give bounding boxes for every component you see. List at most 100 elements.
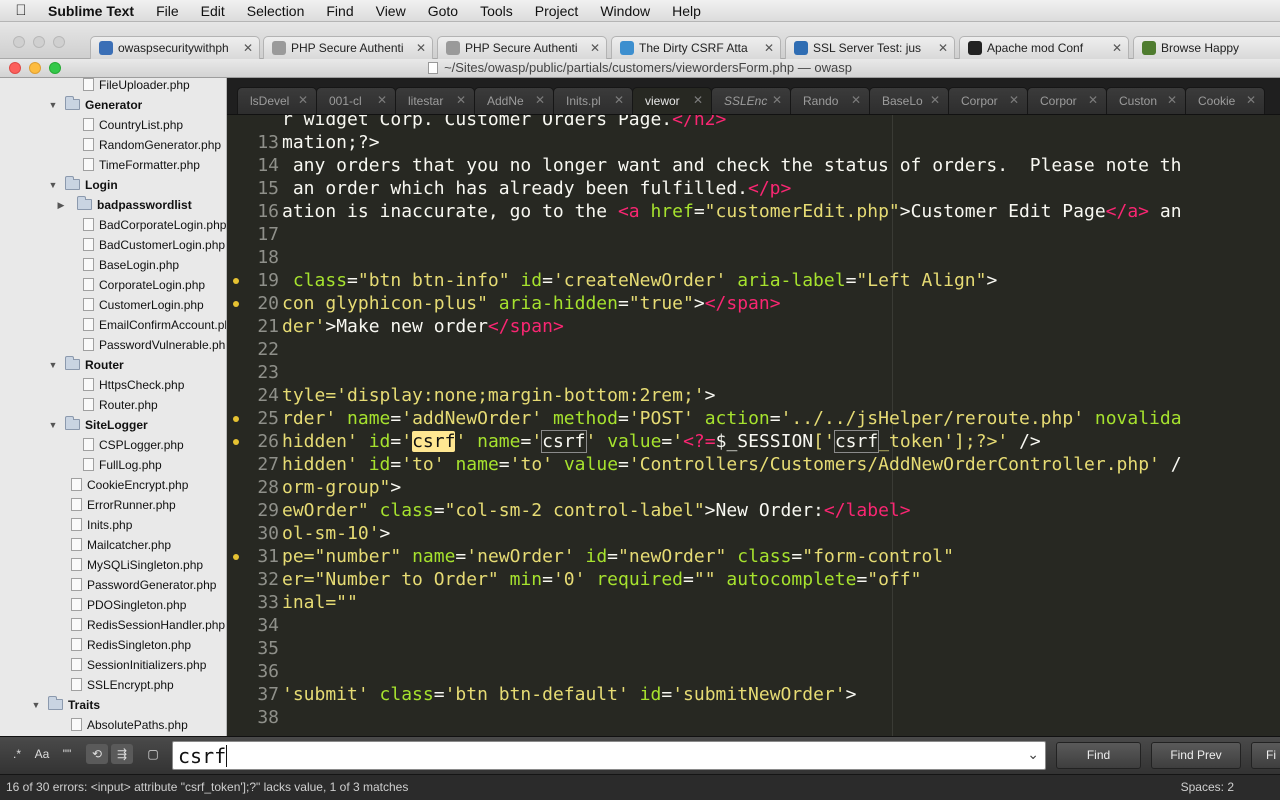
indentation-setting[interactable]: Spaces: 2 xyxy=(1181,775,1234,800)
code-line[interactable]: 30 ol-sm-10'> xyxy=(227,522,1280,545)
disclosure-open-icon[interactable]: ▼ xyxy=(47,95,59,115)
browser-tab[interactable]: The Dirty CSRF Atta ✕ xyxy=(611,36,781,59)
close-icon[interactable]: ✕ xyxy=(851,93,861,107)
code-line[interactable]: 25 rder' name='addNewOrder' method='POST'… xyxy=(227,407,1280,430)
menu-edit[interactable]: Edit xyxy=(190,0,236,22)
menu-project[interactable]: Project xyxy=(524,0,590,22)
in-selection-icon[interactable]: ⇶ xyxy=(111,744,133,764)
close-icon[interactable]: ✕ xyxy=(535,93,545,107)
apple-logo-icon[interactable]:  xyxy=(0,2,42,19)
code-line[interactable]: 31 pe="number" name='newOrder' id="newOrd… xyxy=(227,545,1280,568)
sidebar-file[interactable]: Router.php xyxy=(0,395,226,415)
editor-tab[interactable]: litestar ✕ xyxy=(395,87,475,114)
sidebar-file[interactable]: CookieEncrypt.php xyxy=(0,475,226,495)
sidebar-file[interactable]: PDOSingleton.php xyxy=(0,595,226,615)
code-line[interactable]: 20 con glyphicon-plus" aria-hidden="true"… xyxy=(227,292,1280,315)
close-icon[interactable]: ✕ xyxy=(1088,93,1098,107)
code-line[interactable]: 14 any orders that you no longer want an… xyxy=(227,154,1280,177)
sidebar-folder[interactable]: ▼ SiteLogger xyxy=(0,415,226,435)
regex-icon[interactable]: .* xyxy=(6,744,28,764)
project-sidebar[interactable]: FileUploader.php ▼ Generator CountryList.ph… xyxy=(0,78,227,736)
disclosure-open-icon[interactable]: ▼ xyxy=(47,355,59,375)
browser-tab[interactable]: PHP Secure Authenti ✕ xyxy=(437,36,607,59)
menu-goto[interactable]: Goto xyxy=(417,0,469,22)
sidebar-file[interactable]: ErrorRunner.php xyxy=(0,495,226,515)
menu-help[interactable]: Help xyxy=(661,0,712,22)
editor-tab[interactable]: SSLEnc ✕ xyxy=(711,87,791,114)
code-line[interactable]: 36 xyxy=(227,660,1280,683)
close-icon[interactable]: ✕ xyxy=(456,93,466,107)
menu-window[interactable]: Window xyxy=(589,0,661,22)
browser-tab[interactable]: Apache mod Conf ✕ xyxy=(959,36,1129,59)
close-icon[interactable]: ✕ xyxy=(930,93,940,107)
browser-tab[interactable]: SSL Server Test: jus ✕ xyxy=(785,36,955,59)
sidebar-folder[interactable]: ▶ badpasswordlist xyxy=(0,195,226,215)
menu-file[interactable]: File xyxy=(145,0,190,22)
code-line[interactable]: 22 xyxy=(227,338,1280,361)
sidebar-file[interactable]: EmailConfirmAccount.php xyxy=(0,315,226,335)
code-line[interactable]: 27 hidden' id='to' name='to' value='Contr… xyxy=(227,453,1280,476)
sidebar-file[interactable]: BaseLogin.php xyxy=(0,255,226,275)
sidebar-file[interactable]: CustomerLogin.php xyxy=(0,295,226,315)
sidebar-file[interactable]: SessionInitializers.php xyxy=(0,655,226,675)
sidebar-file[interactable]: CorporateLogin.php xyxy=(0,275,226,295)
code-line[interactable]: 29 ewOrder" class="col-sm-2 control-label… xyxy=(227,499,1280,522)
sidebar-file[interactable]: BadCustomerLogin.php xyxy=(0,235,226,255)
close-icon[interactable]: ✕ xyxy=(243,41,253,55)
editor-tab[interactable]: Corpor ✕ xyxy=(1027,87,1107,114)
sidebar-folder[interactable]: ▼ Router xyxy=(0,355,226,375)
sidebar-file[interactable]: CSPLogger.php xyxy=(0,435,226,455)
editor-tab[interactable]: Corpor ✕ xyxy=(948,87,1028,114)
code-line[interactable]: 32 er="Number to Order" min='0' required=… xyxy=(227,568,1280,591)
sidebar-file[interactable]: FileUploader.php xyxy=(0,78,226,95)
code-line[interactable]: 17 xyxy=(227,223,1280,246)
editor-tab[interactable]: Custon ✕ xyxy=(1106,87,1186,114)
disclosure-open-icon[interactable]: ▼ xyxy=(47,415,59,435)
close-icon[interactable]: ✕ xyxy=(693,93,703,107)
close-icon[interactable]: ✕ xyxy=(416,41,426,55)
close-icon[interactable]: ✕ xyxy=(614,93,624,107)
code-line[interactable]: 26 hidden' id='csrf' name='csrf' value='<… xyxy=(227,430,1280,453)
close-icon[interactable]: ✕ xyxy=(1246,93,1256,107)
disclosure-open-icon[interactable]: ▼ xyxy=(30,695,42,715)
editor-tab[interactable]: AddNe ✕ xyxy=(474,87,554,114)
code-line[interactable]: 28 orm-group"> xyxy=(227,476,1280,499)
code-line[interactable]: 18 xyxy=(227,246,1280,269)
code-editor[interactable]: r widget Corp. Customer Orders Page.</h2… xyxy=(227,115,1280,736)
sidebar-folder[interactable]: ▼ Traits xyxy=(0,695,226,715)
sidebar-file[interactable]: FullLog.php xyxy=(0,455,226,475)
find-prev-button[interactable]: Find Prev xyxy=(1151,742,1241,769)
close-icon[interactable]: ✕ xyxy=(764,41,774,55)
code-line[interactable]: 16 ation is inaccurate, go to the <a href… xyxy=(227,200,1280,223)
sidebar-folder[interactable]: ▼ Login xyxy=(0,175,226,195)
browser-tab[interactable]: owaspsecuritywithph ✕ xyxy=(90,36,260,59)
code-line[interactable]: 35 xyxy=(227,637,1280,660)
sidebar-file[interactable]: Inits.php xyxy=(0,515,226,535)
close-icon[interactable]: ✕ xyxy=(1112,41,1122,55)
code-line[interactable]: 15 an order which has already been fulfi… xyxy=(227,177,1280,200)
code-line[interactable]: r widget Corp. Customer Orders Page.</h2… xyxy=(227,115,1280,131)
sidebar-folder[interactable]: ▼ Generator xyxy=(0,95,226,115)
sidebar-file[interactable]: Mailcatcher.php xyxy=(0,535,226,555)
code-line[interactable]: 24 tyle='display:none;margin-bottom:2rem;… xyxy=(227,384,1280,407)
close-icon[interactable]: ✕ xyxy=(377,93,387,107)
find-all-button[interactable]: Fi xyxy=(1251,742,1280,769)
menu-find[interactable]: Find xyxy=(315,0,364,22)
sidebar-file[interactable]: RedisSingleton.php xyxy=(0,635,226,655)
disclosure-open-icon[interactable]: ▼ xyxy=(47,175,59,195)
editor-tab[interactable]: Rando ✕ xyxy=(790,87,870,114)
code-line[interactable]: 13 mation;?> xyxy=(227,131,1280,154)
find-history-dropdown-icon[interactable]: ⌄ xyxy=(1027,746,1039,763)
case-icon[interactable]: Aa xyxy=(31,744,53,764)
sidebar-file[interactable]: BadCorporateLogin.php xyxy=(0,215,226,235)
browser-zoom-icon[interactable] xyxy=(53,36,65,48)
code-line[interactable]: 21 der'>Make new order</span> xyxy=(227,315,1280,338)
code-line[interactable]: 37'submit' class='btn btn-default' id='s… xyxy=(227,683,1280,706)
sidebar-file[interactable]: HttpsCheck.php xyxy=(0,375,226,395)
browser-minimize-icon[interactable] xyxy=(33,36,45,48)
sidebar-file[interactable]: RedisSessionHandler.php xyxy=(0,615,226,635)
code-line[interactable]: 38 xyxy=(227,706,1280,729)
sidebar-file[interactable]: CountryList.php xyxy=(0,115,226,135)
sidebar-file[interactable]: PasswordGenerator.php xyxy=(0,575,226,595)
close-icon[interactable]: ✕ xyxy=(298,93,308,107)
